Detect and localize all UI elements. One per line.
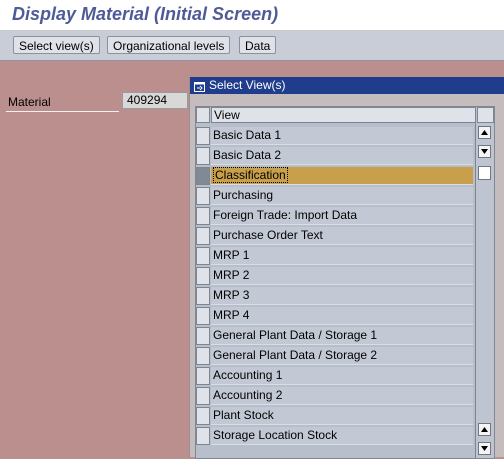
table-row-selected[interactable]: Classification [196,166,474,186]
row-selector[interactable] [196,227,210,245]
table-row[interactable]: MRP 1 [196,246,474,266]
view-label: Storage Location Stock [213,428,338,442]
view-cell[interactable]: Storage Location Stock [211,427,473,445]
row-selector[interactable] [196,387,210,405]
row-selector[interactable] [196,287,210,305]
table-row[interactable]: MRP 3 [196,286,474,306]
table-row[interactable]: Purchasing [196,186,474,206]
views-table: View Basic Data 1 Basic Data 2 Classific… [195,106,495,459]
view-label: Basic Data 2 [213,148,282,162]
view-cell[interactable]: Foreign Trade: Import Data [211,207,473,225]
column-settings-box[interactable] [477,107,494,123]
table-row[interactable]: Purchase Order Text [196,226,474,246]
table-row[interactable]: Basic Data 1 [196,126,474,146]
view-label: MRP 1 [213,248,250,262]
page-up-button[interactable] [478,423,491,436]
row-selector[interactable] [196,407,210,425]
view-cell[interactable]: Purchase Order Text [211,227,473,245]
row-selector[interactable] [196,167,210,185]
row-selector[interactable] [196,327,210,345]
table-row[interactable]: Accounting 1 [196,366,474,386]
view-label: MRP 3 [213,288,250,302]
application-toolbar: Select view(s) Organizational levels Dat… [0,31,504,61]
page-down-button[interactable] [478,145,491,158]
view-label: Purchase Order Text [213,228,323,242]
column-header-view[interactable]: View [211,107,476,123]
table-row[interactable]: Accounting 2 [196,386,474,406]
view-cell[interactable]: MRP 4 [211,307,473,325]
table-row[interactable]: Foreign Trade: Import Data [196,206,474,226]
view-cell[interactable]: General Plant Data / Storage 1 [211,327,473,345]
row-selector[interactable] [196,267,210,285]
scrollbar-thumb[interactable] [478,166,491,180]
table-row[interactable]: MRP 4 [196,306,474,326]
table-row[interactable]: General Plant Data / Storage 1 [196,326,474,346]
organizational-levels-button[interactable]: Organizational levels [107,36,231,54]
row-selector[interactable] [196,367,210,385]
dialog-window-icon [194,80,205,92]
view-label: MRP 2 [213,268,250,282]
view-label: Basic Data 1 [213,128,282,142]
table-row[interactable]: MRP 2 [196,266,474,286]
page-title: Display Material (Initial Screen) [12,4,279,24]
scroll-down-arrow-icon [481,446,488,451]
row-selector[interactable] [196,427,210,445]
view-cell[interactable]: General Plant Data / Storage 2 [211,347,473,365]
view-label: Plant Stock [213,408,274,422]
material-input[interactable]: 409294 [122,92,188,109]
view-cell[interactable]: Plant Stock [211,407,473,425]
view-cell[interactable]: MRP 3 [211,287,473,305]
scroll-up-arrow-icon [481,427,488,432]
view-cell[interactable]: MRP 2 [211,267,473,285]
scroll-down-arrow-icon [481,149,488,154]
view-cell[interactable]: Basic Data 2 [211,147,473,165]
view-label: MRP 4 [213,308,250,322]
row-selector[interactable] [196,347,210,365]
data-button[interactable]: Data [239,36,277,54]
title-bar: Display Material (Initial Screen) [0,0,504,31]
view-label: Classification [213,167,288,183]
material-label: Material [8,95,51,109]
select-views-button[interactable]: Select view(s) [13,36,100,54]
table-row[interactable]: Storage Location Stock [196,426,474,446]
view-cell[interactable]: Classification [211,167,473,185]
vertical-scrollbar[interactable] [475,123,494,458]
view-cell[interactable]: Purchasing [211,187,473,205]
row-selector[interactable] [196,207,210,225]
scroll-up-arrow-icon [481,130,488,135]
row-selector[interactable] [196,127,210,145]
row-selector[interactable] [196,307,210,325]
row-selector[interactable] [196,247,210,265]
dialog-title: Select View(s) [209,78,286,92]
scroll-down-button[interactable] [478,442,491,455]
view-cell[interactable]: Accounting 1 [211,367,473,385]
select-views-dialog: Select View(s) View Basic Data 1 Basic D… [189,77,504,459]
table-row[interactable]: General Plant Data / Storage 2 [196,346,474,366]
view-label: Foreign Trade: Import Data [213,208,358,222]
material-label-underline [6,111,119,112]
view-label: General Plant Data / Storage 2 [213,348,378,362]
view-label: Accounting 2 [213,388,283,402]
select-all-box[interactable] [196,107,210,123]
view-label: Accounting 1 [213,368,283,382]
view-label: Purchasing [213,188,274,202]
table-row[interactable]: Basic Data 2 [196,146,474,166]
view-cell[interactable]: Basic Data 1 [211,127,473,145]
table-row[interactable]: Plant Stock [196,406,474,426]
scroll-up-button[interactable] [478,126,491,139]
view-cell[interactable]: Accounting 2 [211,387,473,405]
row-selector[interactable] [196,147,210,165]
row-selector[interactable] [196,187,210,205]
view-cell[interactable]: MRP 1 [211,247,473,265]
view-label: General Plant Data / Storage 1 [213,328,378,342]
dialog-title-bar[interactable]: Select View(s) [190,77,504,94]
